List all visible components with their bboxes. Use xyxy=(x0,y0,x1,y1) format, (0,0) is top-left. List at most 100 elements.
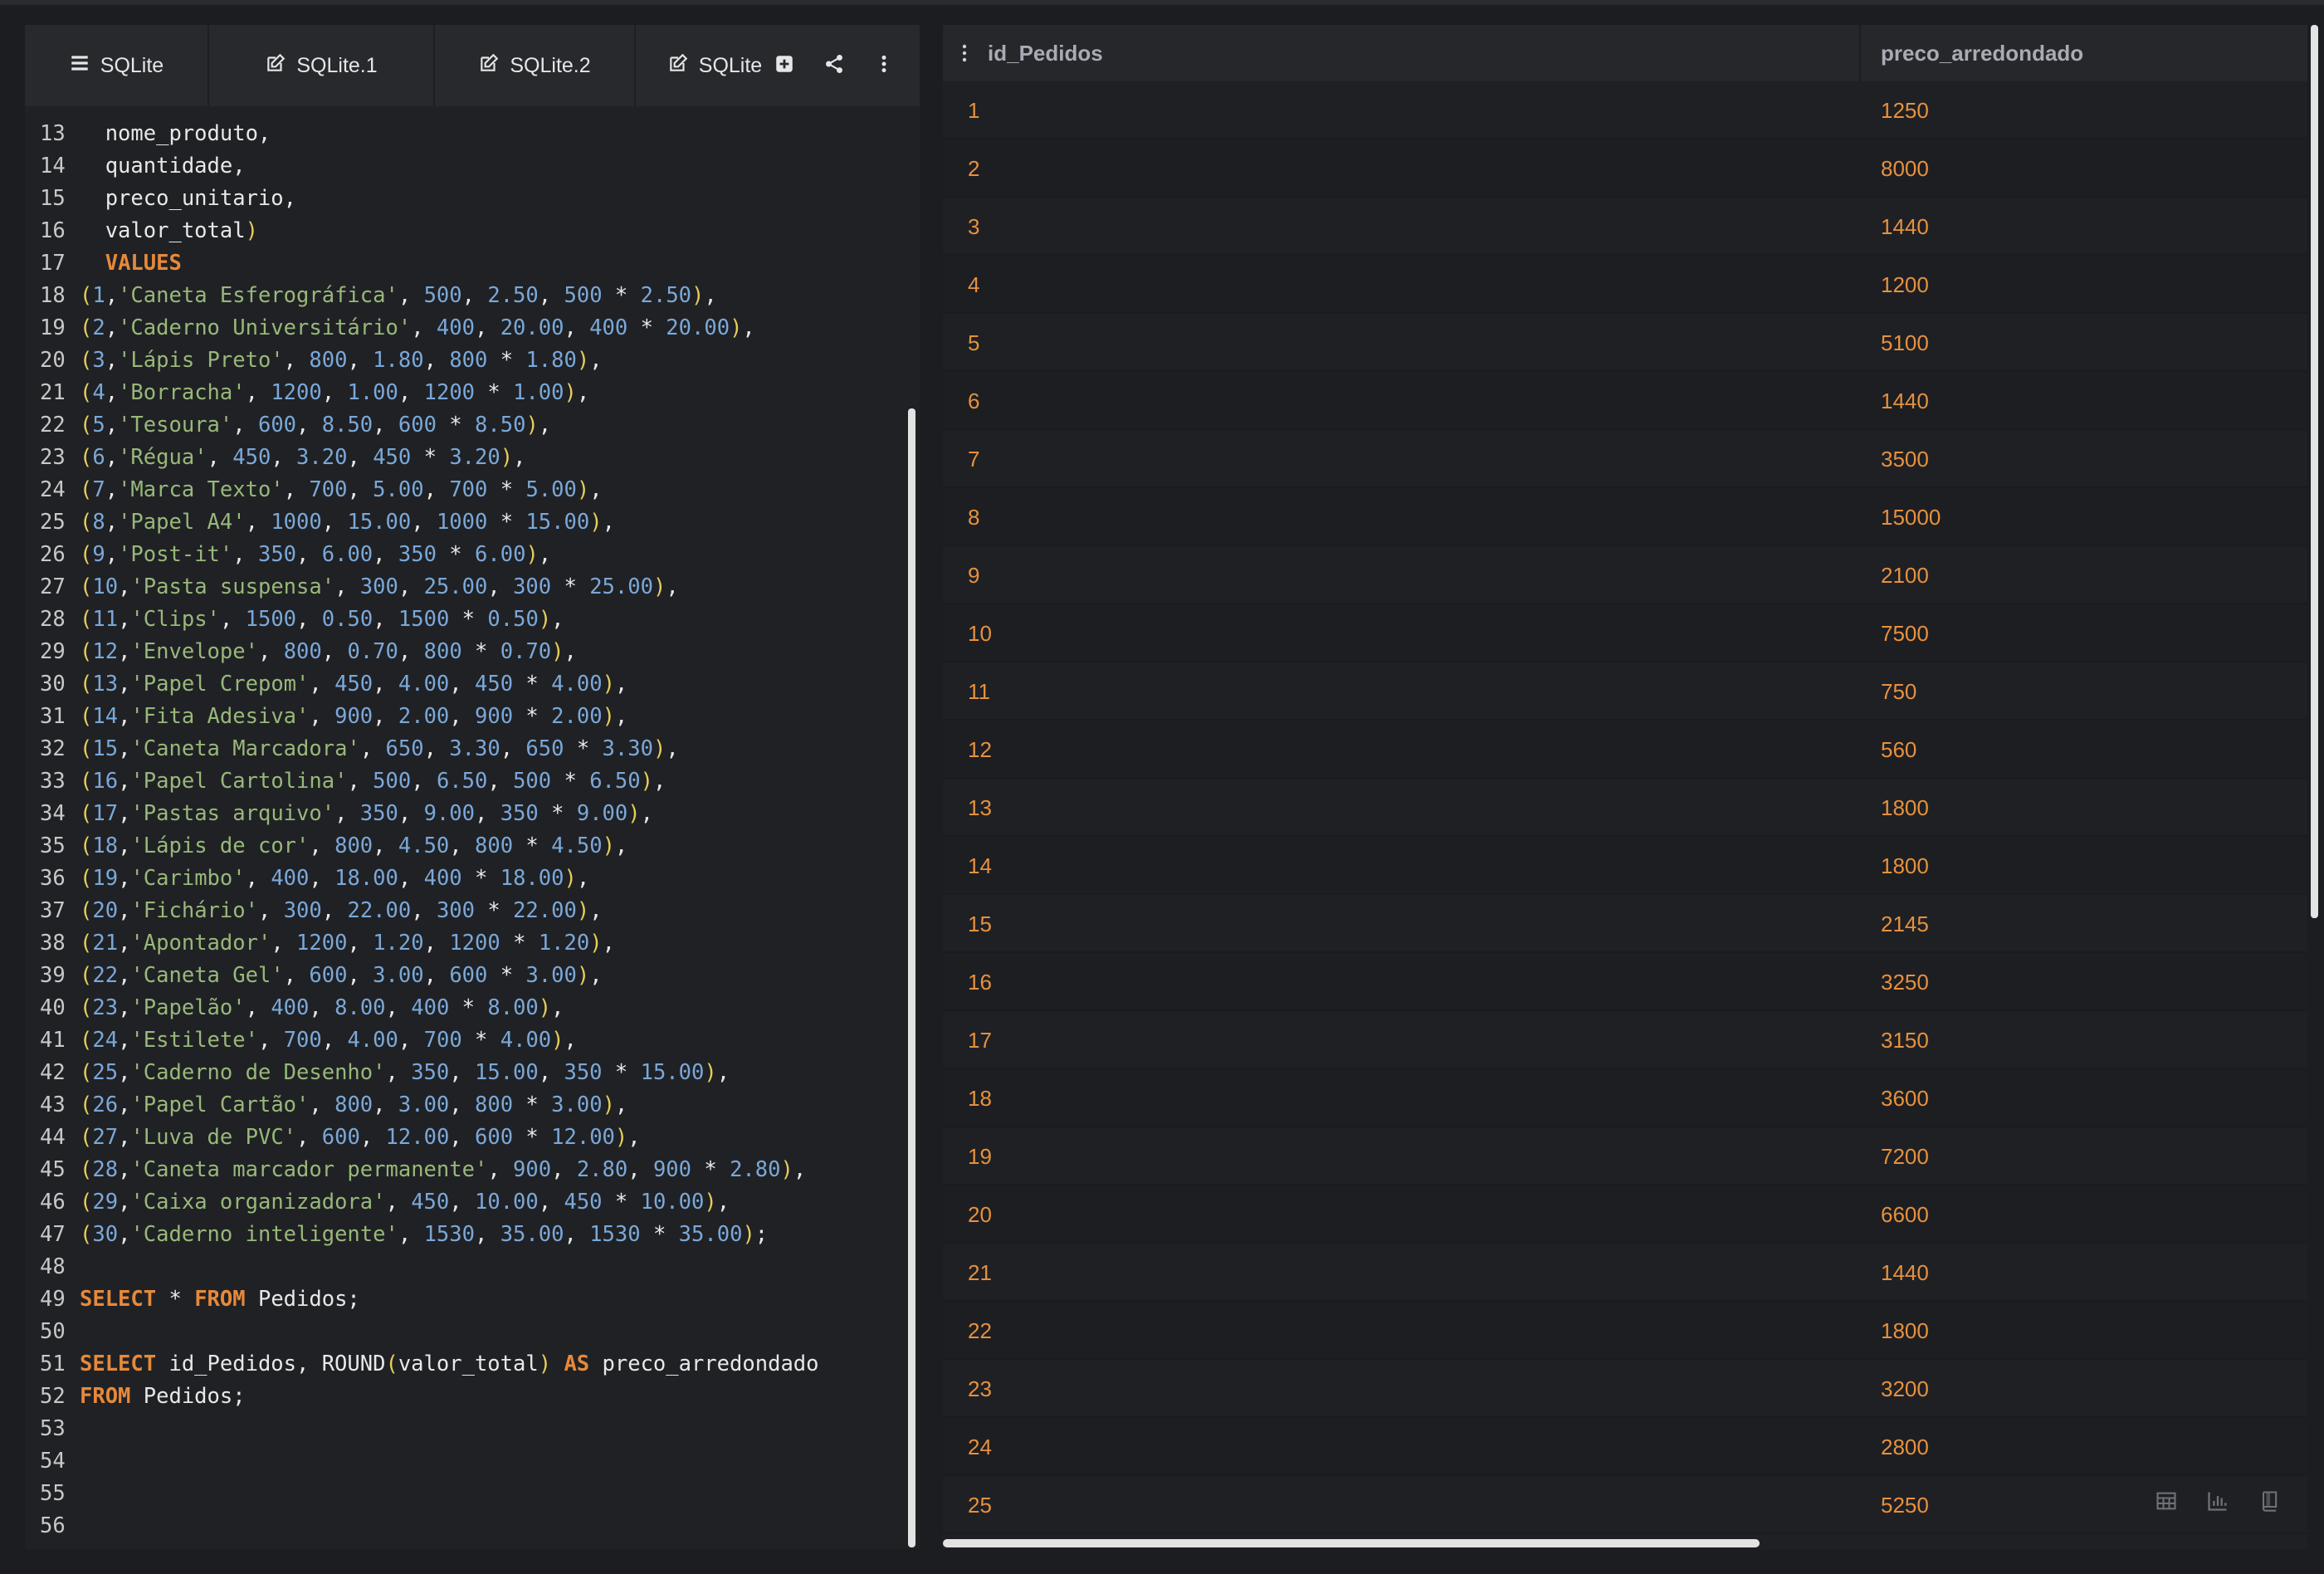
code-line[interactable]: 46 (29,'Caixa organizadora', 450, 10.00, … xyxy=(25,1186,905,1219)
cell-preco-arredondado[interactable]: 1200 xyxy=(1881,256,1929,314)
code-line[interactable]: 18 (1,'Caneta Esferográfica', 500, 2.50, … xyxy=(25,280,905,312)
cell-preco-arredondado[interactable]: 8000 xyxy=(1881,139,1929,198)
code-line[interactable]: 37 (20,'Fichário', 300, 22.00, 300 * 22.0… xyxy=(25,895,905,927)
table-row[interactable]: 25 5250 xyxy=(943,1476,2307,1534)
table-row[interactable]: 19 7200 xyxy=(943,1127,2307,1185)
cell-preco-arredondado[interactable]: 750 xyxy=(1881,662,1916,721)
code-line[interactable]: 43 (26,'Papel Cartão', 800, 3.00, 800 * 3… xyxy=(25,1089,905,1122)
cell-id-pedidos[interactable]: 3 xyxy=(968,198,979,256)
table-row[interactable]: 7 3500 xyxy=(943,430,2307,488)
cell-id-pedidos[interactable]: 24 xyxy=(968,1418,992,1476)
cell-preco-arredondado[interactable]: 6600 xyxy=(1881,1185,1929,1244)
cell-preco-arredondado[interactable]: 1800 xyxy=(1881,779,1929,837)
code-line[interactable]: 21 (4,'Borracha', 1200, 1.00, 1200 * 1.00… xyxy=(25,377,905,409)
cell-preco-arredondado[interactable]: 560 xyxy=(1881,721,1916,779)
table-row[interactable]: 13 1800 xyxy=(943,779,2307,837)
table-row[interactable]: 23 3200 xyxy=(943,1360,2307,1418)
code-line[interactable]: 13 nome_produto, xyxy=(25,118,905,150)
share-icon[interactable] xyxy=(823,53,845,79)
table-row[interactable]: 3 1440 xyxy=(943,198,2307,256)
cell-id-pedidos[interactable]: 16 xyxy=(968,953,992,1011)
cell-id-pedidos[interactable]: 21 xyxy=(968,1244,992,1302)
code-line[interactable]: 15 preco_unitario, xyxy=(25,183,905,215)
code-line[interactable]: 20 (3,'Lápis Preto', 800, 1.80, 800 * 1.8… xyxy=(25,345,905,377)
table-row[interactable]: 2 8000 xyxy=(943,139,2307,198)
code-line[interactable]: 45 (28,'Caneta marcador permanente', 900,… xyxy=(25,1154,905,1186)
table-row[interactable]: 24 2800 xyxy=(943,1418,2307,1476)
editor-scrollbar[interactable] xyxy=(908,408,915,1547)
cell-id-pedidos[interactable]: 18 xyxy=(968,1069,992,1127)
table-row[interactable]: 21 1440 xyxy=(943,1244,2307,1302)
table-row[interactable]: 4 1200 xyxy=(943,256,2307,314)
table-row[interactable]: 8 15000 xyxy=(943,488,2307,546)
column-header-id-pedidos[interactable]: id_Pedidos xyxy=(988,25,1103,81)
cell-id-pedidos[interactable]: 8 xyxy=(968,488,979,546)
more-vertical-icon[interactable] xyxy=(873,53,895,79)
code-line[interactable]: 27 (10,'Pasta suspensa', 300, 25.00, 300 … xyxy=(25,571,905,604)
cell-id-pedidos[interactable]: 15 xyxy=(968,895,992,953)
cell-preco-arredondado[interactable]: 5250 xyxy=(1881,1476,1929,1534)
cell-preco-arredondado[interactable]: 1250 xyxy=(1881,81,1929,139)
code-line[interactable]: 44 (27,'Luva de PVC', 600, 12.00, 600 * 1… xyxy=(25,1122,905,1154)
cell-preco-arredondado[interactable]: 7500 xyxy=(1881,604,1929,662)
cell-preco-arredondado[interactable]: 2100 xyxy=(1881,546,1929,604)
code-line[interactable]: 41 (24,'Estilete', 700, 4.00, 700 * 4.00)… xyxy=(25,1024,905,1057)
cell-id-pedidos[interactable]: 22 xyxy=(968,1302,992,1360)
cell-preco-arredondado[interactable]: 1440 xyxy=(1881,1244,1929,1302)
table-view-icon[interactable] xyxy=(2155,1489,2178,1517)
table-row[interactable]: 9 2100 xyxy=(943,546,2307,604)
code-line[interactable]: 30 (13,'Papel Crepom', 450, 4.00, 450 * 4… xyxy=(25,668,905,701)
results-vertical-scrollbar[interactable] xyxy=(2311,25,2318,918)
cell-preco-arredondado[interactable]: 3150 xyxy=(1881,1011,1929,1069)
cell-id-pedidos[interactable]: 1 xyxy=(968,81,979,139)
cell-id-pedidos[interactable]: 17 xyxy=(968,1011,992,1069)
code-line[interactable]: 38 (21,'Apontador', 1200, 1.20, 1200 * 1.… xyxy=(25,927,905,960)
code-line[interactable]: 34 (17,'Pastas arquivo', 350, 9.00, 350 *… xyxy=(25,798,905,830)
table-row[interactable]: 11 750 xyxy=(943,662,2307,721)
code-line[interactable]: 17 VALUES xyxy=(25,247,905,280)
table-row[interactable]: 12 560 xyxy=(943,721,2307,779)
cell-id-pedidos[interactable]: 7 xyxy=(968,430,979,488)
cell-preco-arredondado[interactable]: 2800 xyxy=(1881,1418,1929,1476)
table-row[interactable]: 15 2145 xyxy=(943,895,2307,953)
table-row[interactable]: 10 7500 xyxy=(943,604,2307,662)
column-menu-icon[interactable] xyxy=(961,42,968,65)
column-divider[interactable] xyxy=(1859,25,1861,81)
table-row[interactable]: 16 3250 xyxy=(943,953,2307,1011)
cell-id-pedidos[interactable]: 19 xyxy=(968,1127,992,1185)
code-line[interactable]: 50 xyxy=(25,1316,905,1348)
cell-id-pedidos[interactable]: 4 xyxy=(968,256,979,314)
notebook-view-icon[interactable] xyxy=(2258,1489,2281,1517)
cell-id-pedidos[interactable]: 13 xyxy=(968,779,992,837)
code-line[interactable]: 53 xyxy=(25,1413,905,1445)
table-row[interactable]: 18 3600 xyxy=(943,1069,2307,1127)
code-line[interactable]: 32 (15,'Caneta Marcadora', 650, 3.30, 650… xyxy=(25,733,905,765)
code-line[interactable]: 24 (7,'Marca Texto', 700, 5.00, 700 * 5.0… xyxy=(25,474,905,506)
code-line[interactable]: 49 SELECT * FROM Pedidos; xyxy=(25,1283,905,1316)
code-line[interactable]: 47 (30,'Caderno inteligente', 1530, 35.00… xyxy=(25,1219,905,1251)
cell-preco-arredondado[interactable]: 1800 xyxy=(1881,1302,1929,1360)
table-row[interactable]: 22 1800 xyxy=(943,1302,2307,1360)
code-line[interactable]: 54 xyxy=(25,1445,905,1478)
table-row[interactable]: 17 3150 xyxy=(943,1011,2307,1069)
cell-id-pedidos[interactable]: 12 xyxy=(968,721,992,779)
column-header-preco-arredondado[interactable]: preco_arredondado xyxy=(1881,25,2083,81)
cell-id-pedidos[interactable]: 20 xyxy=(968,1185,992,1244)
code-line[interactable]: 40 (23,'Papelão', 400, 8.00, 400 * 8.00), xyxy=(25,992,905,1024)
tab-sqlite-1[interactable]: SQLite.1 xyxy=(209,25,435,106)
code-line[interactable]: 33 (16,'Papel Cartolina', 500, 6.50, 500 … xyxy=(25,765,905,798)
cell-preco-arredondado[interactable]: 1800 xyxy=(1881,837,1929,895)
cell-preco-arredondado[interactable]: 5100 xyxy=(1881,314,1929,372)
table-row[interactable]: 6 1440 xyxy=(943,372,2307,430)
table-row[interactable]: 14 1800 xyxy=(943,837,2307,895)
code-line[interactable]: 42 (25,'Caderno de Desenho', 350, 15.00, … xyxy=(25,1057,905,1089)
cell-id-pedidos[interactable]: 25 xyxy=(968,1476,992,1534)
add-tab-icon[interactable] xyxy=(774,53,795,79)
cell-id-pedidos[interactable]: 11 xyxy=(968,662,990,721)
table-row[interactable]: 1 1250 xyxy=(943,81,2307,139)
cell-preco-arredondado[interactable]: 1440 xyxy=(1881,198,1929,256)
code-line[interactable]: 22 (5,'Tesoura', 600, 8.50, 600 * 8.50), xyxy=(25,409,905,442)
tab-sqlite[interactable]: SQLite xyxy=(25,25,209,106)
cell-preco-arredondado[interactable]: 3500 xyxy=(1881,430,1929,488)
cell-id-pedidos[interactable]: 10 xyxy=(968,604,992,662)
